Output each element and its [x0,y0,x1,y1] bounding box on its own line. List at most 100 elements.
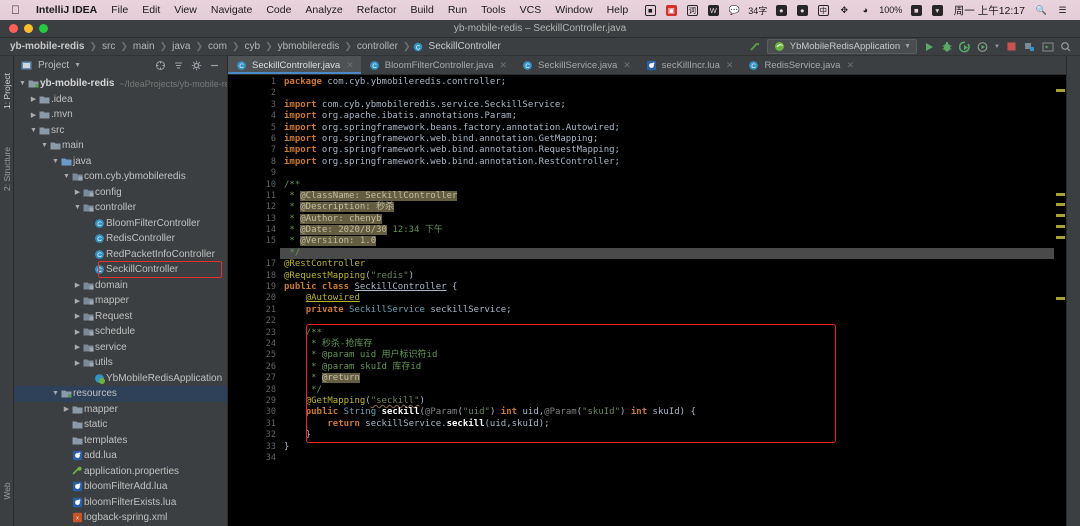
menu-item-help[interactable]: Help [600,4,636,16]
code-line[interactable]: import org.springframework.beans.factory… [280,123,1054,134]
code-line[interactable]: private SeckillService seckillService; [280,305,1054,316]
breadcrumb-src[interactable]: src [98,41,119,52]
editor-tab-seckillcontroller-java[interactable]: CSeckillController.java✕ [228,56,361,74]
chevron-down-icon[interactable]: ▼ [994,44,1000,50]
tree-expand-arrow-icon[interactable]: ▼ [73,204,82,211]
tree-expand-arrow-icon[interactable]: ▶ [73,328,82,336]
gear-icon[interactable] [190,59,203,72]
code-line[interactable]: * @return [280,373,1054,384]
menu-item-file[interactable]: File [104,4,135,16]
tree-node-controller[interactable]: ▼controller [14,200,227,216]
tree-expand-arrow-icon[interactable]: ▶ [29,95,38,103]
apple-icon[interactable]:  [11,3,20,17]
code-line[interactable]: public String seckill(@Param("uid") int … [280,407,1054,418]
tree-node-ybmobileredisapplication[interactable]: YbMobileRedisApplication [14,371,227,387]
tree-expand-arrow-icon[interactable]: ▶ [73,297,82,305]
code-line[interactable] [280,168,1054,179]
close-icon[interactable]: ✕ [623,60,631,71]
code-editor[interactable]: 1234567891011121314151718192021222324252… [228,75,1066,526]
tree-node-yb-mobile-redis[interactable]: ▼yb-mobile-redis~/IdeaProjects/yb-mobile… [14,76,227,92]
tool-window-web[interactable]: Web [2,476,12,506]
code-line[interactable]: /** [280,180,1054,191]
tree-node-domain[interactable]: ▶domain [14,278,227,294]
debug-icon[interactable] [940,40,953,53]
editor-scrollbar[interactable] [1054,75,1066,526]
code-line[interactable]: * @Description: 秒杀 [280,202,1054,213]
tree-node-service[interactable]: ▶service [14,340,227,356]
breadcrumb-java[interactable]: java [168,41,194,52]
tool-window-project[interactable]: 1: Project [2,68,12,114]
breadcrumb-com[interactable]: com [204,41,231,52]
wechat-icon[interactable]: 💬 [727,4,742,17]
tree-expand-arrow-icon[interactable]: ▼ [40,142,49,149]
code-line[interactable] [280,453,1054,464]
tree-node-mapper[interactable]: ▶mapper [14,293,227,309]
editor-tab-bar[interactable]: CSeckillController.java✕CBloomFilterCont… [228,56,1066,75]
tree-expand-arrow-icon[interactable]: ▶ [73,312,82,320]
tree-node-rediscontroller[interactable]: CRedisController [14,231,227,247]
menu-item-vcs[interactable]: VCS [513,4,549,16]
run-configuration-selector[interactable]: YbMobileRedisApplication ▼ [767,39,917,54]
menu-item-intellij[interactable]: IntelliJ IDEA [29,4,104,16]
code-line[interactable]: } [280,442,1054,453]
code-line[interactable]: * @param uid 用户标识符id [280,350,1054,361]
code-line[interactable]: import org.springframework.web.bind.anno… [280,157,1054,168]
clipboard-icon[interactable]: ■ [643,4,658,17]
project-tree[interactable]: ▼yb-mobile-redis~/IdeaProjects/yb-mobile… [14,75,227,526]
tree-node-static[interactable]: static [14,417,227,433]
tree-expand-arrow-icon[interactable]: ▶ [29,111,38,119]
tree-expand-arrow-icon[interactable]: ▼ [18,80,27,87]
breadcrumb-main[interactable]: main [129,41,159,52]
hide-icon[interactable] [208,59,221,72]
tree-expand-arrow-icon[interactable]: ▶ [73,281,82,289]
code-line[interactable] [280,88,1054,99]
breadcrumb-project[interactable]: yb-mobile-redis [6,41,88,52]
tree-node-redpacketinfocontroller[interactable]: CRedPacketInfoController [14,247,227,263]
control-center-icon[interactable]: ☰ [1055,4,1070,17]
tree-node-main[interactable]: ▼main [14,138,227,154]
code-line[interactable]: package com.cyb.ybmobileredis.controller… [280,77,1054,88]
tree-expand-arrow-icon[interactable]: ▼ [29,127,38,134]
close-icon[interactable]: ✕ [346,60,354,71]
tree-node-request[interactable]: ▶Request [14,309,227,325]
search-icon[interactable]: 🔍 [1034,4,1049,17]
menu-item-view[interactable]: View [167,4,204,16]
editor-tab-bloomfiltercontroller-java[interactable]: CBloomFilterController.java✕ [361,56,514,74]
menu-item-build[interactable]: Build [403,4,440,16]
tree-node-com-cyb-ybmobileredis[interactable]: ▼com.cyb.ybmobileredis [14,169,227,185]
tree-node-application-properties[interactable]: application.properties [14,464,227,480]
code-line[interactable]: * @Date: 2020/8/30 12:34 下午 [280,225,1054,236]
tree-node-utils[interactable]: ▶utils [14,355,227,371]
code-line[interactable]: @GetMapping("seckill") [280,396,1054,407]
run-icon[interactable] [922,40,935,53]
code-line[interactable]: * @param skuId 库存id [280,362,1054,373]
chevron-down-icon[interactable]: ▼ [904,43,911,50]
breadcrumb-ybmobileredis[interactable]: ybmobileredis [274,41,344,52]
code-line[interactable]: */ [280,248,1054,259]
tree-expand-arrow-icon[interactable]: ▼ [62,173,71,180]
tree-expand-arrow-icon[interactable]: ▶ [73,359,82,367]
code-line[interactable]: import org.apache.ibatis.annotations.Par… [280,111,1054,122]
tree-node--mvn[interactable]: ▶.mvn [14,107,227,123]
ime-icon[interactable]: ● [774,4,789,17]
tree-node-logback-spring-xml[interactable]: xlogback-spring.xml [14,510,227,526]
tool-window-structure[interactable]: 2: Structure [2,146,12,192]
menu-item-code[interactable]: Code [259,4,298,16]
tree-node-resources[interactable]: ▼resources [14,386,227,402]
chevron-down-icon[interactable]: ▼ [74,62,81,69]
translate-icon[interactable]: 词 [685,4,700,17]
tree-node-java[interactable]: ▼java [14,154,227,170]
code-line[interactable]: return seckillService.seckill(uid,skuId)… [280,419,1054,430]
code-line[interactable]: * @Versiion: 1.0 [280,236,1054,247]
code-line[interactable]: */ [280,385,1054,396]
run-coverage-icon[interactable] [958,40,971,53]
code-line[interactable]: * 秒杀-抢库存 [280,339,1054,350]
editor-tab-seckillincr-lua[interactable]: secKillIncr.lua✕ [638,56,741,74]
close-icon[interactable]: ✕ [500,60,508,71]
code-line[interactable]: * @Author: chenyb [280,214,1054,225]
terminal-icon[interactable] [1041,40,1054,53]
menu-item-run[interactable]: Run [441,4,474,16]
tree-node-bloomfiltercontroller[interactable]: CBloomFilterController [14,216,227,232]
tree-node-bloomfilteradd-lua[interactable]: bloomFilterAdd.lua [14,479,227,495]
tree-expand-arrow-icon[interactable]: ▶ [62,405,71,413]
